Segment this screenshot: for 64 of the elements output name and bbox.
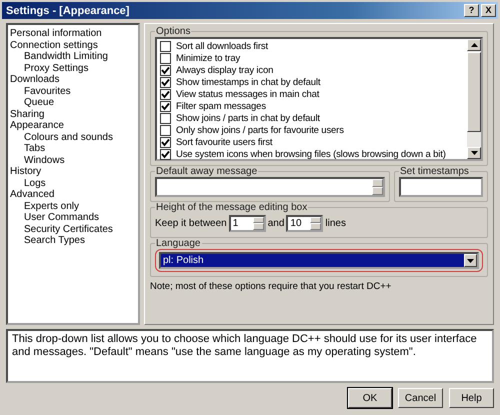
option-label: Minimize to tray: [176, 52, 240, 64]
tree-item[interactable]: Tabs: [10, 143, 136, 154]
tree-item[interactable]: Favourites: [10, 86, 136, 97]
language-dropdown[interactable]: pl: Polish: [159, 252, 479, 269]
range-label: Keep it between: [155, 218, 227, 228]
checkbox[interactable]: [160, 52, 171, 64]
checkbox[interactable]: [160, 88, 171, 100]
scrollbar[interactable]: [467, 39, 481, 159]
checkbox[interactable]: [160, 100, 171, 112]
option-label: Show joins / parts in chat by default: [176, 112, 320, 124]
tree-item[interactable]: User Commands: [10, 212, 136, 224]
min-lines-spinner[interactable]: 1: [228, 214, 266, 232]
tree-item[interactable]: Downloads: [10, 74, 136, 86]
range-label: lines: [325, 218, 346, 228]
note-text: Note; most of these options require that you restart DC++: [150, 281, 392, 292]
close-button[interactable]: X: [481, 4, 496, 17]
tree-item[interactable]: History: [10, 166, 136, 178]
option-label: Use system icons when browsing files (slows browsing down a bit): [176, 148, 446, 160]
scroll-up-icon[interactable]: [467, 39, 481, 51]
option-label: Only show joins / parts for favourite users: [176, 124, 344, 136]
checkbox[interactable]: [160, 136, 171, 148]
timestamps-field[interactable]: [399, 177, 483, 197]
tree-item[interactable]: Connection settings: [10, 40, 136, 51]
description-text: This drop-down list allows you to choose which language DC++ should use for its user interface and messages. "Default" means "use the same language as my operating system".: [12, 333, 477, 358]
tree-item[interactable]: Logs: [10, 178, 136, 189]
away-message-field[interactable]: [155, 177, 385, 197]
tree-item[interactable]: Search Types: [10, 235, 136, 246]
checkbox[interactable]: [160, 64, 171, 76]
window-title: Settings - [Appearance]: [6, 4, 130, 16]
checkbox[interactable]: [160, 40, 171, 52]
tree-item[interactable]: Proxy Settings: [10, 62, 136, 74]
tree-item[interactable]: Sharing: [10, 108, 136, 120]
tree-item[interactable]: Experts only: [10, 200, 136, 212]
dialog-button[interactable]: OK: [348, 388, 392, 408]
option-label: Always display tray icon: [176, 64, 274, 76]
tree-item[interactable]: Security Certificates: [10, 224, 136, 235]
group-title: Height of the message editing box: [155, 202, 308, 213]
option-label: View status messages in main chat: [176, 88, 320, 100]
option-label: Filter spam messages: [176, 100, 266, 112]
tree-item[interactable]: Personal information: [10, 28, 136, 40]
tree-item[interactable]: Bandwidth Limiting: [10, 51, 136, 62]
checkbox[interactable]: [160, 112, 171, 124]
tree-item[interactable]: Queue: [10, 97, 136, 108]
checkbox[interactable]: [160, 124, 171, 136]
help-button[interactable]: ?: [464, 4, 479, 17]
checkbox[interactable]: [160, 148, 171, 160]
group-title: Default away message: [155, 166, 258, 177]
scroll-down-icon[interactable]: [467, 147, 481, 159]
tree-item[interactable]: Colours and sounds: [10, 132, 136, 143]
checkbox[interactable]: [160, 76, 171, 88]
tree-item[interactable]: Appearance: [10, 120, 136, 132]
scroll-thumb[interactable]: [467, 52, 481, 132]
group-title: Language: [155, 238, 202, 249]
tree-item[interactable]: Advanced: [10, 189, 136, 200]
group-title: Options: [155, 26, 192, 37]
option-label: Sort all downloads first: [176, 40, 268, 52]
dialog-button[interactable]: Help: [449, 388, 494, 408]
dialog-button[interactable]: Cancel: [398, 388, 443, 408]
max-lines-spinner[interactable]: 10: [286, 214, 324, 232]
group-title: Set timestamps: [399, 166, 470, 177]
range-label: and: [268, 218, 284, 228]
option-label: Show timestamps in chat by default: [176, 76, 320, 88]
tree-item[interactable]: Windows: [10, 154, 136, 166]
option-label: Sort favourite users first: [176, 136, 272, 148]
